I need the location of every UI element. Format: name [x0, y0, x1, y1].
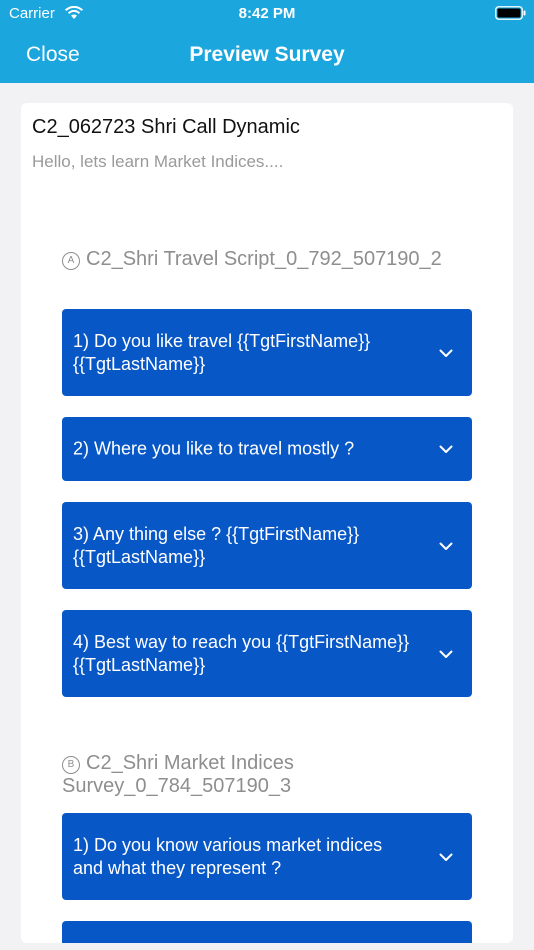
question-label: 4) Best way to reach you {{TgtFirstName}…	[73, 631, 410, 675]
section-title: C2_Shri Market Indices Survey_0_784_5071…	[62, 752, 294, 797]
question-accordion[interactable]: 1) Do you like travel {{TgtFirstName}} {…	[62, 309, 472, 396]
question-accordion[interactable]: 1) Do you know various market indices an…	[62, 813, 472, 900]
battery-icon	[495, 6, 526, 20]
section-heading: B C2_Shri Market Indices Survey_0_784_507…	[62, 752, 462, 798]
survey-title: C2_062723 Shri Call Dynamic	[32, 116, 300, 138]
chevron-down-icon	[439, 445, 453, 453]
status-bar: Carrier 8:42 PM	[0, 0, 534, 28]
question-accordion[interactable]	[62, 921, 472, 943]
survey-card: C2_062723 Shri Call Dynamic Hello, lets …	[21, 103, 513, 943]
section-heading: A C2_Shri Travel Script_0_792_507190_2	[62, 248, 462, 271]
question-accordion[interactable]: 2) Where you like to travel mostly ?	[62, 417, 472, 481]
status-time: 8:42 PM	[238, 5, 296, 22]
chevron-down-icon	[439, 650, 453, 658]
question-accordion[interactable]: 3) Any thing else ? {{TgtFirstName}} {{T…	[62, 502, 472, 589]
survey-subtitle: Hello, lets learn Market Indices....	[32, 152, 284, 171]
section-badge-icon: A	[62, 252, 80, 270]
question-label: 1) Do you know various market indices an…	[73, 834, 383, 878]
question-accordion[interactable]: 4) Best way to reach you {{TgtFirstName}…	[62, 610, 472, 697]
question-label: 2) Where you like to travel mostly ?	[73, 438, 355, 459]
section-title: C2_Shri Travel Script_0_792_507190_2	[86, 248, 442, 270]
chevron-down-icon	[439, 853, 453, 861]
page-title: Preview Survey	[189, 43, 345, 66]
chevron-down-icon	[439, 542, 453, 550]
chevron-down-icon	[439, 349, 453, 357]
question-label: 1) Do you like travel {{TgtFirstName}} {…	[73, 330, 371, 374]
section-badge-icon: B	[62, 756, 80, 774]
question-label: 3) Any thing else ? {{TgtFirstName}} {{T…	[73, 523, 360, 567]
header-bar: Carrier 8:42 PM Close Preview Survey	[0, 0, 534, 83]
